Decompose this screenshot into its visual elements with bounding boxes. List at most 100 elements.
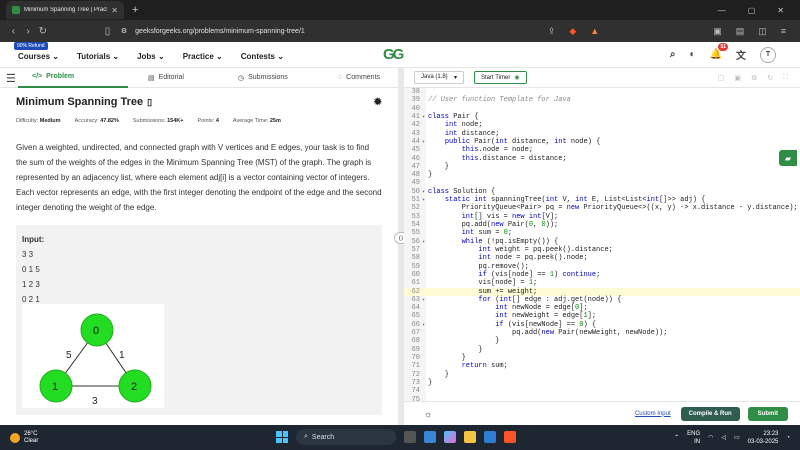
rewards-icon[interactable]: ▲ — [590, 26, 599, 36]
file-explorer-icon[interactable] — [464, 431, 476, 443]
code-line[interactable]: 52 PriorityQueue<Pair> pq = new Priority… — [404, 204, 800, 212]
forward-icon[interactable]: › — [21, 26, 36, 37]
code-line[interactable]: 69 } — [404, 346, 800, 354]
code-line[interactable]: 72 } — [404, 371, 800, 379]
menu-jobs[interactable]: Jobs ⌄ — [137, 52, 165, 61]
code-line[interactable]: 65 int newWeight = edge[1]; — [404, 312, 800, 320]
code-line[interactable]: 54 pq.add(new Pair(0, 0)); — [404, 221, 800, 229]
tab-comments[interactable]: ◌ Comments — [338, 68, 380, 88]
code-line[interactable]: 51 ▾ static int spanningTree(int V, int E… — [404, 196, 800, 204]
code-line[interactable]: 74 — [404, 387, 800, 395]
code-line[interactable]: 46 this.distance = distance; — [404, 155, 800, 163]
code-line[interactable]: 73} — [404, 379, 800, 387]
code-line[interactable]: 48} — [404, 171, 800, 179]
code-line[interactable]: 49 — [404, 179, 800, 187]
task-view-icon[interactable] — [404, 431, 416, 443]
code-line[interactable]: 40 — [404, 105, 800, 113]
maximize-icon[interactable]: ▢ — [748, 6, 756, 15]
code-line[interactable]: 64 int newNode = edge[0]; — [404, 304, 800, 312]
code-line[interactable]: 43 int distance; — [404, 130, 800, 138]
url-field[interactable]: ⚙ geeksforgeeks.org/problems/minimum-spa… — [115, 23, 548, 39]
paste-icon[interactable]: ▣ — [734, 74, 741, 82]
brave-shield-icon[interactable]: ◆ — [569, 26, 576, 37]
code-editor[interactable]: 38 39 // User function Template for Java 40… — [404, 88, 800, 401]
copy-icon[interactable]: ▢ — [718, 74, 725, 82]
share-icon[interactable]: ⇪ — [548, 26, 556, 37]
battery-icon[interactable]: ▭ — [734, 434, 740, 441]
new-tab-button[interactable]: + — [132, 4, 138, 16]
start-icon[interactable] — [276, 431, 288, 443]
code-line[interactable]: 60 if (vis[node] == 1) continue; — [404, 271, 800, 279]
settings-icon[interactable]: ⚙ — [751, 74, 757, 82]
code-line[interactable]: 55 int sum = 0; — [404, 229, 800, 237]
code-line[interactable]: 44 ▾ public Pair(int distance, int node) … — [404, 138, 800, 146]
start-timer-button[interactable]: Start Timer ◉ — [474, 71, 527, 84]
tab-problem[interactable]: </> Problem — [18, 68, 128, 88]
wifi-icon[interactable]: ◠ — [708, 434, 713, 441]
search-icon[interactable]: ⌕ — [670, 49, 676, 60]
submit-button[interactable]: Submit — [747, 406, 788, 421]
browser-tab[interactable]: Minimum Spanning Tree | Practice ✕ — [6, 1, 124, 19]
code-line[interactable]: 68 } — [404, 337, 800, 345]
bug-report-icon[interactable]: ✹ — [374, 97, 382, 108]
menu-practice[interactable]: Practice ⌄ — [183, 52, 223, 61]
sidebar-icon[interactable]: ▣ — [713, 26, 722, 37]
wallet-icon[interactable]: ◫ — [758, 26, 767, 37]
code-line[interactable]: 56 ▾ while (!pq.isEmpty()) { — [404, 238, 800, 246]
brave-browser-icon[interactable] — [504, 431, 516, 443]
code-line[interactable]: 41 ▾ class Pair { — [404, 113, 800, 121]
extensions-icon[interactable]: ▤ — [736, 26, 745, 37]
tab-editorial[interactable]: ▤ Editorial — [148, 68, 238, 88]
menu-tutorials[interactable]: Tutorials ⌄ — [77, 52, 119, 61]
translate-icon[interactable]: 文 — [736, 47, 746, 62]
taskbar-search[interactable]: ⌕ Search — [296, 429, 396, 445]
code-line[interactable]: 57 int weight = pq.peek().distance; — [404, 246, 800, 254]
compile-run-button[interactable]: Compile & Run — [680, 406, 740, 421]
code-line[interactable]: 39 // User function Template for Java — [404, 96, 800, 104]
code-line[interactable]: 66 ▾ if (vis[newNode] == 0) { — [404, 321, 800, 329]
menu-courses[interactable]: Courses ⌄ — [18, 52, 59, 61]
close-tab-icon[interactable]: ✕ — [111, 6, 118, 15]
code-line[interactable]: 50 ▾ class Solution { — [404, 188, 800, 196]
code-line[interactable]: 63 ▾ for (int[] edge : adj.get(node)) { — [404, 296, 800, 304]
menu-contests[interactable]: Contests ⌄ — [241, 52, 284, 61]
code-line[interactable]: 53 int[] vis = new int[V]; — [404, 213, 800, 221]
menu-icon[interactable]: ≡ — [781, 26, 786, 36]
back-icon[interactable]: ‹ — [6, 26, 21, 37]
clock[interactable]: 23:23 03-03-2025 — [748, 430, 779, 446]
code-line[interactable]: 58 int node = pq.peek().node; — [404, 254, 800, 262]
code-line[interactable]: 62 sum += weight; — [404, 287, 800, 296]
weather-widget[interactable]: 26°C Clear — [10, 431, 38, 445]
reset-icon[interactable]: ↻ — [767, 74, 773, 82]
reload-icon[interactable]: ↻ — [35, 26, 50, 37]
code-line[interactable]: 45 this.node = node; — [404, 146, 800, 154]
code-line[interactable]: 47 } — [404, 163, 800, 171]
bookmark-problem-icon[interactable]: ▯ — [147, 97, 152, 108]
fullscreen-icon[interactable]: ⛶ — [783, 74, 788, 82]
copilot-icon[interactable] — [444, 431, 456, 443]
close-window-icon[interactable]: ✕ — [777, 6, 784, 15]
bookmark-icon[interactable]: ▯ — [100, 26, 115, 37]
code-line[interactable]: 75 — [404, 396, 800, 401]
chat-icon[interactable]: ▰ — [779, 150, 797, 166]
avatar[interactable]: T — [760, 46, 776, 63]
minimize-icon[interactable]: — — [718, 6, 726, 15]
gfg-logo[interactable]: GG — [383, 46, 404, 63]
theme-toggle-icon[interactable]: ◐ — [690, 49, 696, 60]
code-line[interactable]: 70 } — [404, 354, 800, 362]
site-settings-icon[interactable]: ⚙ — [121, 27, 127, 35]
lightbulb-icon[interactable]: ☼ — [424, 409, 432, 419]
code-line[interactable]: 59 pq.remove(); — [404, 263, 800, 271]
store-icon[interactable] — [484, 431, 496, 443]
code-line[interactable]: 42 int node; — [404, 121, 800, 129]
language-select[interactable]: Java (1.8) ▾ — [414, 71, 464, 84]
code-line[interactable]: 71 return sum; — [404, 362, 800, 370]
tray-chevron-icon[interactable]: ⌃ — [674, 434, 679, 441]
notifications-icon[interactable]: 🔔 51 — [710, 43, 728, 60]
code-line[interactable]: 38 — [404, 88, 800, 96]
volume-icon[interactable]: ◁ — [721, 434, 726, 441]
tab-submissions[interactable]: ◷ Submissions — [238, 68, 338, 88]
widgets-icon[interactable] — [424, 431, 436, 443]
code-line[interactable]: 61 vis[node] = 1; — [404, 279, 800, 287]
code-line[interactable]: 67 pq.add(new Pair(newWeight, newNode)); — [404, 329, 800, 337]
